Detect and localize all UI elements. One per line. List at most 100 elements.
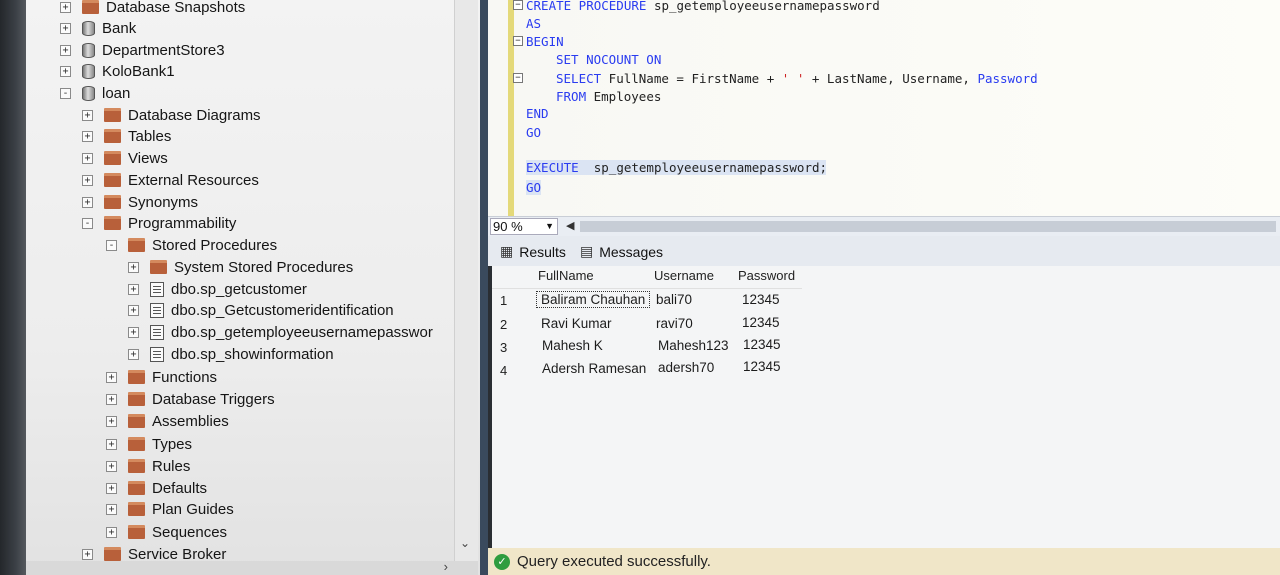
scroll-down-icon[interactable]: ⌄	[460, 536, 470, 550]
expand-icon[interactable]: +	[82, 196, 93, 208]
expand-icon[interactable]: +	[106, 393, 117, 405]
folder-icon	[82, 0, 99, 14]
tree-item-label: Views	[128, 149, 168, 167]
tree-item[interactable]: + Functions	[106, 366, 217, 388]
tree-item[interactable]: + Views	[82, 147, 168, 169]
cell-username[interactable]: ravi70	[656, 316, 693, 331]
tree-item[interactable]: + dbo.sp_Getcustomeridentification	[128, 299, 394, 321]
expand-icon[interactable]: +	[106, 438, 117, 450]
collapse-icon[interactable]: -	[106, 239, 117, 251]
tree-item[interactable]: + Database Snapshots	[60, 0, 245, 18]
cell-password[interactable]: 12345	[742, 292, 780, 307]
tree-item[interactable]: - loan	[60, 82, 130, 104]
grid-icon: ▦	[500, 243, 514, 259]
tree-item[interactable]: + Bank	[60, 17, 136, 39]
query-editor[interactable]: − CREATE PROCEDURE sp_getemployeeusernam…	[488, 0, 1280, 216]
expand-icon[interactable]: +	[128, 304, 139, 316]
cell-username[interactable]: bali70	[656, 292, 692, 307]
keyword-token: FROM	[556, 89, 587, 104]
expand-icon[interactable]: +	[60, 44, 71, 56]
expand-icon[interactable]: +	[82, 548, 93, 560]
tree-item[interactable]: - Stored Procedures	[106, 234, 277, 256]
fold-toggle-icon[interactable]: −	[513, 0, 523, 10]
expand-icon[interactable]: +	[106, 460, 117, 472]
tree-item[interactable]: + Sequences	[106, 521, 227, 543]
expand-icon[interactable]: +	[128, 261, 139, 273]
tree-item[interactable]: + DepartmentStore3	[60, 39, 225, 61]
expand-icon[interactable]: +	[82, 130, 93, 142]
tree-item-label: Database Snapshots	[106, 0, 246, 16]
editor-status-bar: 90 % ▼ ◀	[488, 216, 1280, 236]
column-header-fullname[interactable]: FullName	[538, 268, 594, 288]
cell-username[interactable]: Mahesh123	[658, 338, 729, 353]
editor-horizontal-scrollbar[interactable]	[580, 221, 1276, 232]
expand-icon[interactable]: +	[106, 482, 117, 494]
expand-icon[interactable]: +	[106, 526, 117, 538]
expand-icon[interactable]: +	[128, 283, 139, 295]
tree-item[interactable]: + Synonyms	[82, 191, 198, 213]
expand-icon[interactable]: +	[106, 371, 117, 383]
tree-item[interactable]: + Database Triggers	[106, 388, 275, 410]
tab-results[interactable]: ▦ Results	[500, 243, 566, 260]
tree-item-label: Sequences	[152, 523, 228, 541]
tree-item[interactable]: + Assemblies	[106, 410, 229, 432]
fold-toggle-icon[interactable]: −	[513, 73, 523, 83]
column-header-username[interactable]: Username	[654, 268, 714, 288]
tree-item[interactable]: + Rules	[106, 455, 190, 477]
cell-fullname[interactable]: Baliram Chauhan	[536, 291, 651, 308]
tab-messages[interactable]: ▤ Messages	[580, 243, 663, 260]
cell-username[interactable]: adersh70	[658, 360, 714, 375]
tree-item[interactable]: + KoloBank1	[60, 60, 175, 82]
tree-item[interactable]: - Programmability	[82, 212, 236, 234]
zoom-select[interactable]: 90 % ▼	[490, 218, 558, 235]
fold-toggle-icon[interactable]: −	[513, 36, 523, 46]
tree-item-label: Stored Procedures	[152, 236, 278, 254]
tree-item[interactable]: + Defaults	[106, 477, 207, 499]
expand-icon[interactable]: +	[106, 415, 117, 427]
expand-icon[interactable]: +	[60, 22, 71, 34]
cell-password[interactable]: 12345	[743, 337, 781, 352]
expand-icon[interactable]: +	[82, 109, 93, 121]
expand-icon[interactable]: +	[128, 348, 139, 360]
tree-item[interactable]: + System Stored Procedures	[128, 256, 353, 278]
cell-password[interactable]: 12345	[742, 315, 780, 330]
tree-item[interactable]: + Tables	[82, 125, 171, 147]
tree-item-label: Database Triggers	[152, 390, 275, 408]
expand-icon[interactable]: +	[60, 65, 71, 77]
chevron-down-icon[interactable]: ▼	[545, 219, 554, 234]
results-grid[interactable]: FullName Username Password 1 Baliram Cha…	[492, 266, 1280, 548]
stored-procedure-icon	[150, 281, 164, 297]
tree-item[interactable]: + dbo.sp_getcustomer	[128, 278, 307, 300]
expand-icon[interactable]: +	[82, 174, 93, 186]
column-header-password[interactable]: Password	[738, 268, 795, 288]
tree-item[interactable]: + Plan Guides	[106, 498, 234, 520]
tree-item[interactable]: + External Resources	[82, 169, 259, 191]
cell-fullname[interactable]: Ravi Kumar	[541, 316, 612, 331]
tree-item-label: Database Diagrams	[128, 106, 261, 124]
object-explorer-horizontal-scrollbar[interactable]: ›	[26, 559, 478, 575]
code-line-selected: GO	[526, 180, 542, 195]
pane-splitter[interactable]	[480, 0, 488, 575]
tree-item[interactable]: + dbo.sp_getemployeeusernamepasswor	[128, 321, 433, 343]
code-line: SELECT FullName = FirstName + ' ' + Last…	[556, 71, 1038, 86]
row-number: 4	[500, 363, 508, 378]
expand-icon[interactable]: +	[106, 503, 117, 515]
tree-item[interactable]: + dbo.sp_showinformation	[128, 343, 334, 365]
object-explorer-vertical-scrollbar[interactable]: ⌄	[454, 0, 478, 575]
expand-icon[interactable]: +	[60, 1, 71, 13]
collapse-icon[interactable]: -	[82, 217, 93, 229]
scroll-right-icon[interactable]: ›	[444, 559, 448, 574]
cell-fullname[interactable]: Mahesh K	[542, 338, 603, 353]
row-number: 1	[500, 293, 508, 308]
collapse-icon[interactable]: -	[60, 87, 71, 99]
cell-password[interactable]: 12345	[743, 359, 781, 374]
scroll-left-icon[interactable]: ◀	[566, 219, 574, 232]
expand-icon[interactable]: +	[128, 326, 139, 338]
tree-item[interactable]: + Types	[106, 433, 192, 455]
status-message: Query executed successfully.	[517, 553, 711, 570]
cell-fullname[interactable]: Adersh Ramesan	[542, 361, 646, 376]
folder-icon	[128, 414, 145, 428]
results-tabs: ▦ Results ▤ Messages	[488, 236, 1280, 266]
tree-item[interactable]: + Database Diagrams	[82, 104, 261, 126]
expand-icon[interactable]: +	[82, 152, 93, 164]
